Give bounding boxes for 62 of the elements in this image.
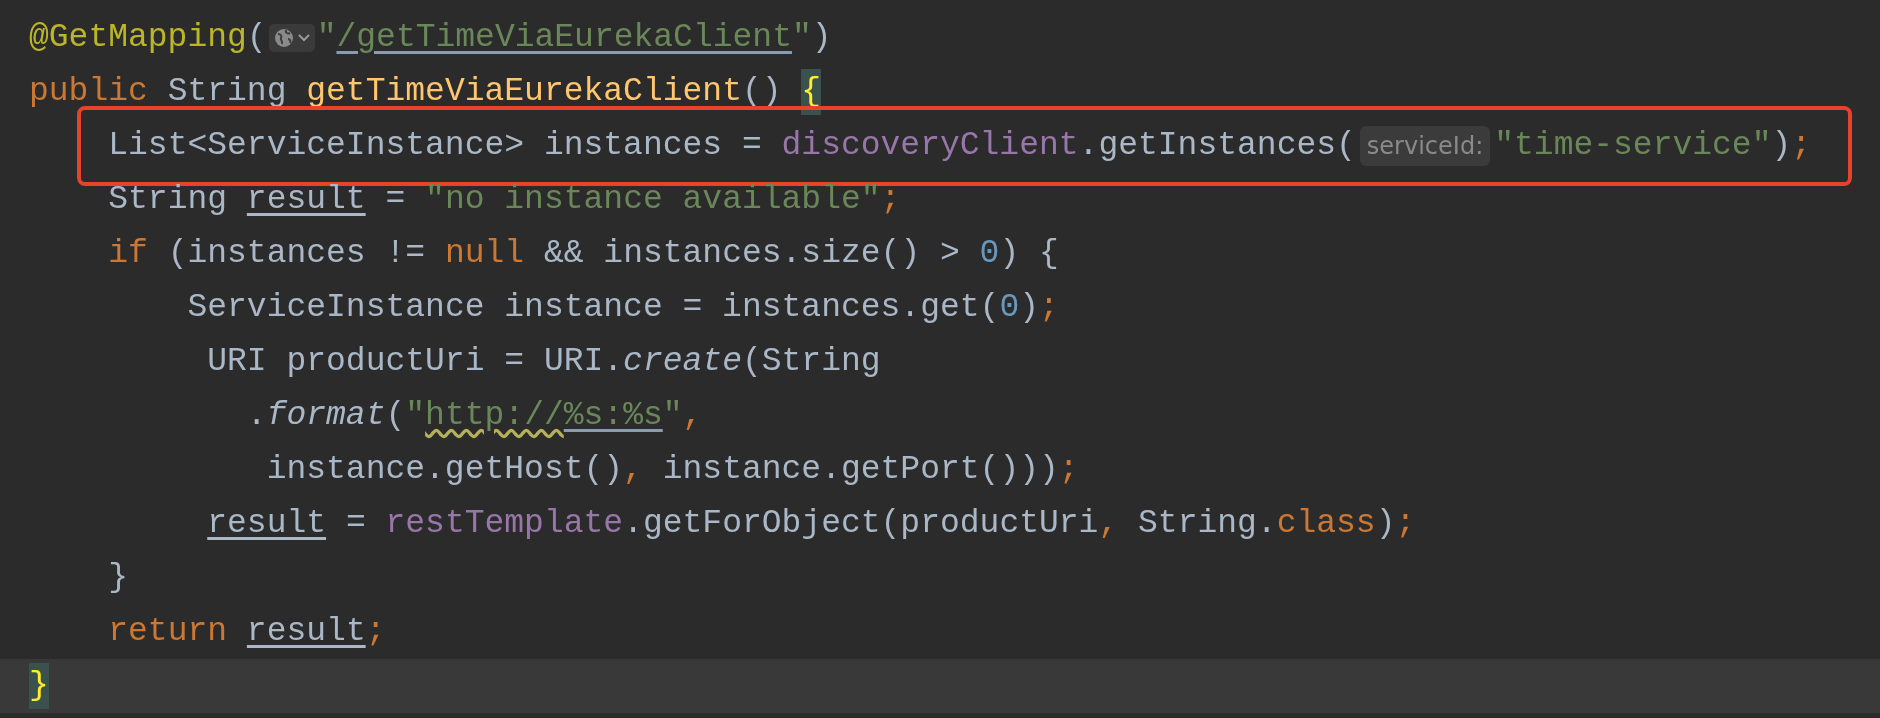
code-text: ) {	[999, 234, 1059, 274]
code-text: )	[1771, 126, 1792, 166]
string-literal: "	[662, 396, 683, 436]
code-text: .getInstances(	[1078, 126, 1356, 166]
keyword: ;	[880, 180, 901, 220]
code-text: String.	[1138, 504, 1277, 544]
field-name: discoveryClient	[781, 126, 1079, 166]
variable-name: result	[246, 612, 366, 652]
code-text: )	[1019, 288, 1039, 328]
code-text: (instances !=	[167, 234, 427, 274]
string-literal: "time-service"	[1494, 126, 1772, 166]
keyword: ;	[365, 612, 386, 652]
url-text: http://	[425, 396, 564, 436]
keyword: ;	[1395, 504, 1416, 544]
code-text: ()	[741, 72, 783, 112]
code-text: URI productUri = URI.	[207, 342, 624, 382]
string-literal: "	[791, 18, 812, 58]
keyword: ;	[1039, 288, 1059, 328]
code-text: (	[385, 396, 406, 436]
code-text: instance.getHost()	[266, 450, 624, 490]
code-text: =	[345, 504, 367, 544]
code-text: && instances.size() >	[543, 234, 961, 274]
method-name: getTimeViaEurekaClient	[306, 72, 742, 112]
keyword: public	[29, 72, 148, 112]
number-literal: 0	[979, 234, 1000, 274]
code-text: instance.getPort()))	[662, 450, 1059, 490]
code-text: .	[246, 396, 267, 436]
code-text: =	[385, 180, 407, 220]
code-text: (	[246, 18, 267, 58]
code-text: .getForObject(productUri	[623, 504, 1099, 544]
keyword: ,	[623, 450, 643, 490]
string-literal: "	[405, 396, 426, 436]
string-literal: "	[316, 18, 337, 58]
keyword: class	[1276, 504, 1376, 544]
matching-brace: }	[29, 663, 49, 709]
static-method: create	[623, 342, 742, 382]
code-text: String	[167, 72, 288, 112]
keyword: ;	[1058, 450, 1079, 490]
url-text: /getTimeViaEurekaClient	[336, 18, 792, 58]
variable-name: result	[207, 504, 327, 544]
code-text: }	[108, 558, 129, 598]
keyword: if	[108, 234, 148, 274]
keyword: ,	[682, 396, 703, 436]
field-name: restTemplate	[385, 504, 624, 544]
code-text: )	[1375, 504, 1396, 544]
url-text: %s:%s	[563, 396, 663, 436]
code-text: List<ServiceInstance> instances =	[108, 126, 763, 166]
code-text: )	[811, 18, 832, 58]
code-text: ServiceInstance instance = instances.get(	[187, 288, 1000, 328]
keyword: return	[108, 612, 228, 652]
annotation: @GetMapping	[29, 18, 247, 58]
static-method: format	[266, 396, 386, 436]
string-literal: "no instance available"	[425, 180, 881, 220]
code-text: (String	[741, 342, 881, 382]
globe-dropdown-icon[interactable]	[268, 24, 315, 52]
number-literal: 0	[999, 288, 1020, 328]
keyword: null	[444, 234, 525, 274]
keyword: ;	[1791, 126, 1812, 166]
variable-name: result	[246, 180, 366, 220]
parameter-hint: serviceId:	[1359, 126, 1491, 166]
keyword: ,	[1098, 504, 1119, 544]
code-text: String	[108, 180, 229, 220]
